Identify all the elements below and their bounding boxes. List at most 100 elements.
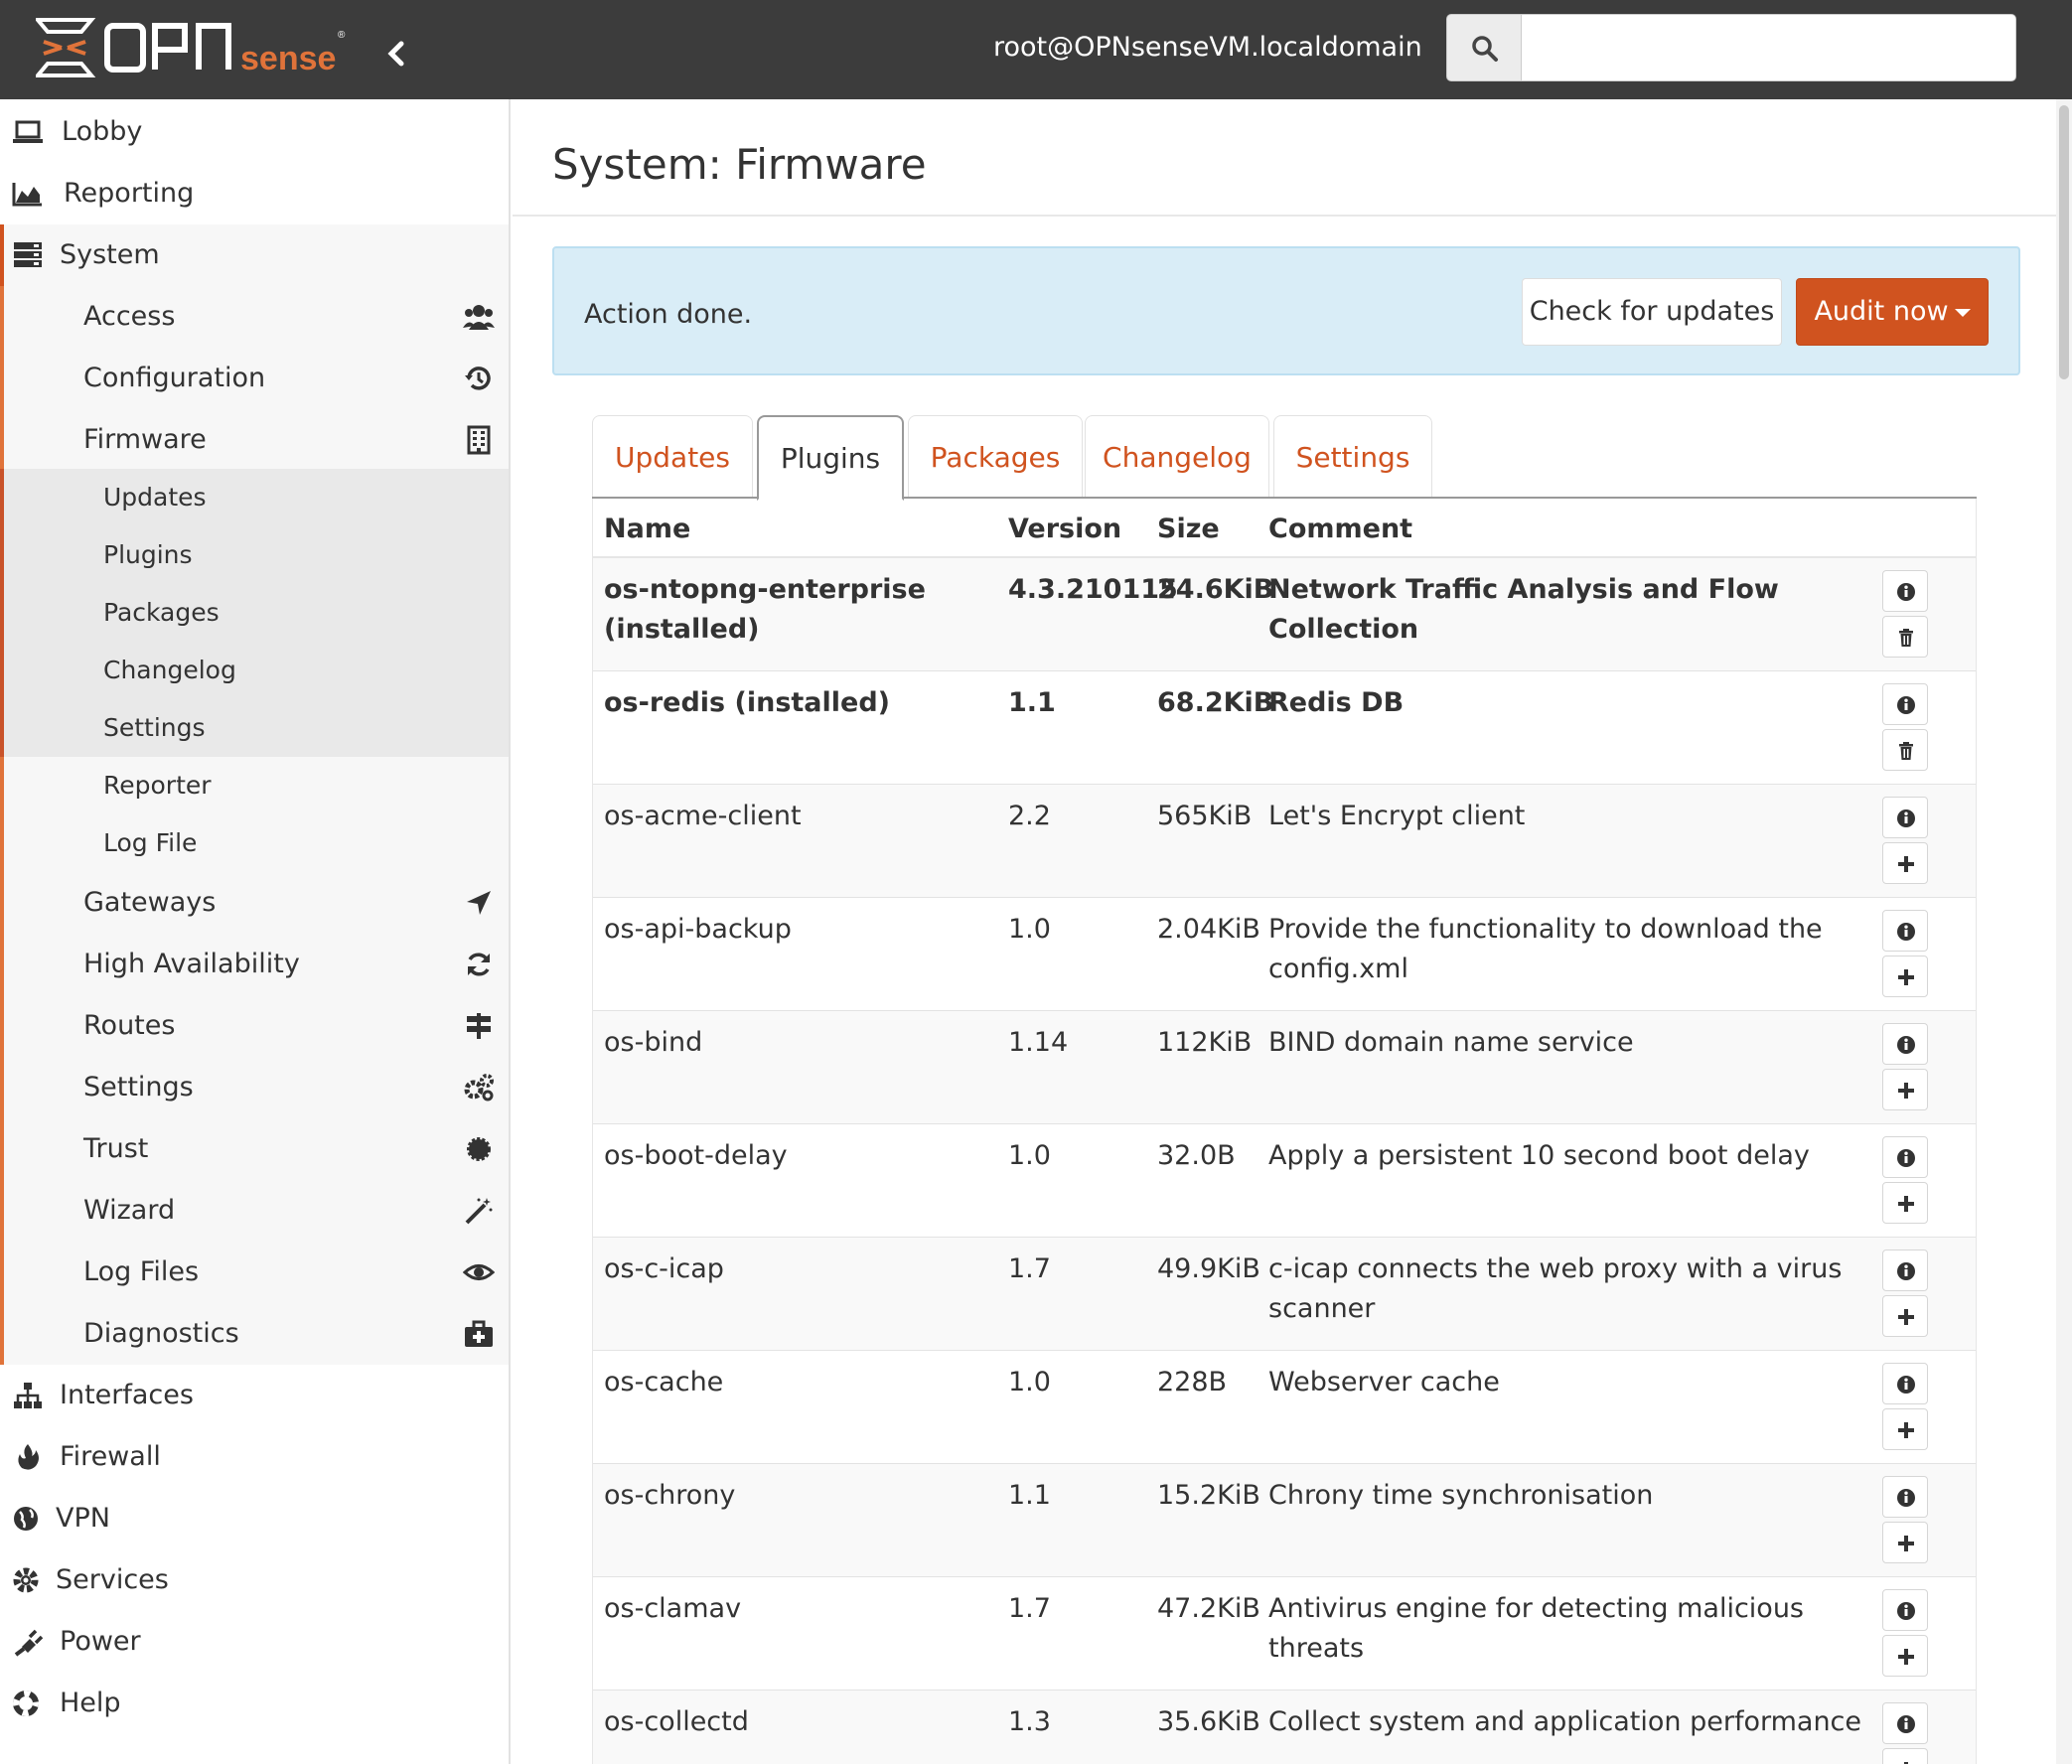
plugin-comment: Webserver cache — [1268, 1367, 1500, 1397]
sidebar-subitem-plugins[interactable]: Plugins — [0, 526, 509, 584]
chevron-left-icon[interactable] — [379, 36, 415, 72]
sidebar-item-reporting[interactable]: Reporting — [0, 163, 509, 224]
info-icon — [1897, 1036, 1915, 1054]
column-header-comment[interactable]: Comment — [1268, 513, 1412, 546]
sidebar-item-label: Reporter — [103, 771, 212, 800]
remove-button[interactable] — [1882, 729, 1928, 771]
sidebar-subitem-settings[interactable]: Settings — [0, 699, 509, 757]
sidebar-item-interfaces[interactable]: Interfaces — [0, 1365, 509, 1426]
plugin-size: 15.2KiB — [1157, 1480, 1260, 1511]
opnsense-logo[interactable]: sense ® — [36, 16, 354, 79]
sidebar-item-firmware[interactable]: Firmware — [0, 409, 509, 471]
install-button[interactable] — [1882, 1522, 1928, 1563]
install-button[interactable] — [1882, 1635, 1928, 1677]
scrollbar-thumb[interactable] — [2059, 105, 2069, 379]
plugin-version: 1.14 — [1008, 1027, 1069, 1058]
trash-icon — [1899, 629, 1913, 647]
table-row: os-bind 1.14 112KiB BIND domain name servic… — [593, 1011, 1976, 1124]
table-header: Name Version Size Comment — [593, 499, 1976, 558]
install-button[interactable] — [1882, 1295, 1928, 1337]
sidebar-item-configuration[interactable]: Configuration — [0, 348, 509, 409]
sidebar-item-label: High Availability — [83, 949, 300, 979]
sidebar-item-gateways[interactable]: Gateways — [0, 872, 509, 934]
install-button[interactable] — [1882, 956, 1928, 997]
tab-settings[interactable]: Settings — [1273, 415, 1432, 499]
sidebar-item-high-availability[interactable]: High Availability — [0, 934, 509, 995]
info-button[interactable] — [1882, 683, 1928, 725]
sidebar-item-label: Settings — [103, 713, 206, 742]
sidebar-item-routes[interactable]: Routes — [0, 995, 509, 1057]
sidebar-item-vpn[interactable]: VPN — [0, 1488, 509, 1549]
sidebar-item-diagnostics[interactable]: Diagnostics — [0, 1303, 509, 1365]
tab-packages[interactable]: Packages — [908, 415, 1083, 499]
info-button[interactable] — [1882, 570, 1928, 612]
sidebar-item-log-files[interactable]: Log Files — [0, 1242, 509, 1303]
table-row: os-c-icap 1.7 49.9KiB c-icap connects the w… — [593, 1238, 1976, 1351]
plugin-size: 565KiB — [1157, 801, 1253, 831]
remove-button[interactable] — [1882, 616, 1928, 658]
search-button[interactable] — [1446, 14, 1522, 81]
info-button[interactable] — [1882, 910, 1928, 952]
sidebar-item-label: Services — [56, 1564, 169, 1595]
info-button[interactable] — [1882, 1363, 1928, 1404]
sidebar-item-label: Trust — [83, 1133, 149, 1164]
sidebar-subitem-log-file[interactable]: Log File — [0, 814, 509, 872]
medkit-icon — [465, 1320, 493, 1347]
plugin-version: 1.7 — [1008, 1253, 1051, 1284]
table-row: os-boot-delay 1.0 32.0B Apply a persistent … — [593, 1124, 1976, 1238]
column-header-size[interactable]: Size — [1157, 513, 1220, 546]
sidebar-item-system[interactable]: System — [0, 224, 509, 286]
sidebar-item-settings[interactable]: Settings — [0, 1057, 509, 1118]
sidebar-item-firewall[interactable]: Firewall — [0, 1426, 509, 1488]
check-for-updates-button[interactable]: Check for updates — [1522, 278, 1782, 346]
sidebar-item-trust[interactable]: Trust — [0, 1118, 509, 1180]
sidebar-item-access[interactable]: Access — [0, 286, 509, 348]
info-button[interactable] — [1882, 1023, 1928, 1065]
info-icon — [1897, 809, 1915, 827]
info-button[interactable] — [1882, 1702, 1928, 1744]
plus-icon — [1898, 1649, 1914, 1665]
plugin-version: 2.2 — [1008, 801, 1051, 831]
user-label[interactable]: root@OPNsenseVM.localdomain — [993, 30, 1422, 66]
install-button[interactable] — [1882, 1182, 1928, 1224]
column-header-name[interactable]: Name — [604, 513, 690, 546]
sidebar-item-wizard[interactable]: Wizard — [0, 1180, 509, 1242]
info-button[interactable] — [1882, 1589, 1928, 1631]
sidebar-subitem-reporter[interactable]: Reporter — [0, 757, 509, 814]
page-scrollbar[interactable] — [2056, 99, 2072, 1764]
install-button[interactable] — [1882, 1069, 1928, 1110]
info-button[interactable] — [1882, 1476, 1928, 1518]
alert-message: Action done. — [584, 299, 753, 330]
sidebar-subitem-changelog[interactable]: Changelog — [0, 642, 509, 699]
audit-now-button[interactable]: Audit now — [1796, 278, 1989, 346]
sidebar-subitem-packages[interactable]: Packages — [0, 584, 509, 642]
sidebar-item-label: Firmware — [83, 424, 207, 455]
search-input[interactable] — [1521, 14, 2016, 81]
column-header-version[interactable]: Version — [1008, 513, 1121, 546]
info-button[interactable] — [1882, 1136, 1928, 1178]
plugin-size: 24.6KiB — [1157, 574, 1274, 605]
tab-plugins[interactable]: Plugins — [757, 415, 904, 501]
plus-icon — [1904, 1762, 1908, 1764]
sidebar-item-help[interactable]: Help — [0, 1673, 509, 1734]
sidebar-item-services[interactable]: Services — [0, 1549, 509, 1611]
sidebar-item-label: System — [60, 239, 160, 270]
sidebar-item-power[interactable]: Power — [0, 1611, 509, 1673]
plugin-version: 1.7 — [1008, 1593, 1051, 1624]
plugin-size: 112KiB — [1157, 1027, 1253, 1058]
sidebar-item-label: Changelog — [103, 656, 236, 684]
tab-changelog[interactable]: Changelog — [1085, 415, 1269, 499]
search-icon — [1472, 36, 1498, 62]
install-button[interactable] — [1882, 1748, 1928, 1764]
install-button[interactable] — [1882, 842, 1928, 884]
install-button[interactable] — [1882, 1408, 1928, 1450]
info-button[interactable] — [1882, 797, 1928, 838]
magic-wand-icon — [465, 1198, 493, 1225]
plugin-version: 4.3.210115 — [1008, 574, 1178, 605]
eye-icon — [463, 1264, 495, 1280]
sidebar-subitem-updates[interactable]: Updates — [0, 469, 509, 526]
sidebar-item-lobby[interactable]: Lobby — [0, 101, 509, 163]
tab-updates[interactable]: Updates — [592, 415, 753, 499]
info-button[interactable] — [1882, 1250, 1928, 1291]
plus-icon — [1898, 1309, 1914, 1325]
